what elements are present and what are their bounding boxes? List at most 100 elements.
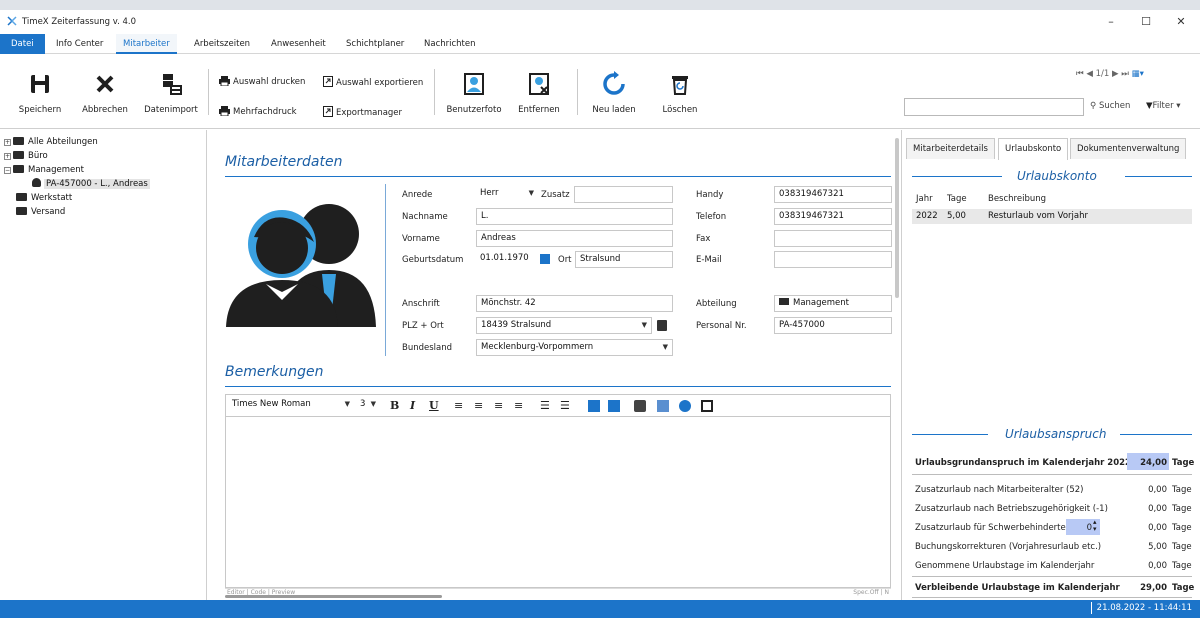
bundesland-select[interactable]: Mecklenburg-Vorpommern ▼ — [476, 339, 673, 356]
next-page-icon[interactable]: ▶ — [1112, 69, 1119, 79]
last-page-icon[interactable]: ⏭ — [1121, 69, 1129, 79]
divider — [912, 176, 1002, 177]
menu-nachrichten[interactable]: Nachrichten — [417, 34, 483, 54]
align-justify-icon[interactable]: ≡ — [514, 399, 523, 412]
tree-label: Werkstatt — [31, 193, 73, 203]
label-vorname: Vorname — [402, 234, 440, 244]
indent-icon[interactable] — [588, 400, 600, 412]
italic-button[interactable]: I — [410, 399, 415, 412]
save-button[interactable]: Speichern — [14, 71, 66, 115]
align-right-icon[interactable]: ≡ — [494, 399, 503, 412]
insert-image-icon[interactable] — [657, 400, 669, 412]
tree-node-werkstatt[interactable]: Werkstatt — [16, 192, 72, 205]
item-label: Zusatzurlaub für Schwerbehinderte — [915, 523, 1066, 533]
menu-schichtplaner[interactable]: Schichtplaner — [339, 34, 411, 54]
label-anschrift: Anschrift — [402, 299, 440, 309]
expand-icon[interactable]: + — [4, 153, 11, 160]
user-photo-button[interactable]: Benutzerfoto — [444, 71, 504, 115]
ort-field[interactable]: Stralsund — [575, 251, 673, 268]
tab-dokumentenverwaltung[interactable]: Dokumentenverwaltung — [1070, 138, 1187, 159]
align-center-icon[interactable]: ≡ — [474, 399, 483, 412]
collapse-icon[interactable]: − — [4, 167, 11, 174]
bold-button[interactable]: B — [390, 399, 399, 412]
remove-photo-button[interactable]: Entfernen — [513, 71, 565, 115]
font-select[interactable]: Times New Roman ▼ — [228, 397, 354, 413]
close-button[interactable]: ✕ — [1166, 14, 1196, 30]
tree-node-versand[interactable]: Versand — [16, 206, 65, 219]
section-title-employee: Mitarbeiterdaten — [225, 154, 343, 170]
layout-menu-icon[interactable]: ▦▾ — [1132, 69, 1144, 79]
minimize-button[interactable]: – — [1096, 14, 1126, 30]
expand-icon[interactable]: + — [4, 139, 11, 146]
maximize-button[interactable]: ☐ — [1131, 14, 1161, 30]
vorname-field[interactable]: Andreas — [476, 230, 673, 247]
window-title: TimeX Zeiterfassung v. 4.0 — [22, 17, 137, 27]
personal-nr-field[interactable]: PA-457000 — [774, 317, 892, 334]
section-title-remarks: Bemerkungen — [225, 364, 324, 380]
telefon-field[interactable]: 038319467321 — [774, 208, 892, 225]
menu-datei[interactable]: Datei — [0, 34, 45, 54]
zusatz-field[interactable] — [574, 186, 673, 203]
spinner-arrows-icon[interactable]: ▴ ▾ — [1093, 519, 1097, 533]
delete-label: Löschen — [662, 105, 698, 115]
insert-link-icon[interactable] — [679, 400, 691, 412]
vertical-scrollbar[interactable] — [895, 138, 899, 298]
unit-label: Tage — [1172, 523, 1192, 533]
handy-field[interactable]: 038319467321 — [774, 186, 892, 203]
menu-info-center[interactable]: Info Center — [49, 34, 110, 54]
underline-button[interactable]: U — [429, 399, 439, 412]
printer-icon — [219, 76, 230, 87]
menu-arbeitszeiten[interactable]: Arbeitszeiten — [187, 34, 257, 54]
plz-ort-select[interactable]: 18439 Stralsund ▼ — [476, 317, 652, 334]
tab-urlaubskonto[interactable]: Urlaubskonto — [998, 138, 1069, 160]
email-field[interactable] — [774, 251, 892, 268]
tree-node-management[interactable]: − Management — [4, 164, 84, 177]
cancel-button[interactable]: Abbrechen — [79, 71, 131, 115]
tree-node-buero[interactable]: + Büro — [4, 150, 48, 163]
horizontal-scrollbar[interactable] — [225, 595, 442, 598]
geburtsdatum-field[interactable]: 01.01.1970 — [476, 251, 552, 268]
first-page-icon[interactable]: ⏮ — [1076, 69, 1084, 79]
abteilung-field[interactable]: Management — [774, 295, 892, 312]
table-row[interactable]: 2022 5,00 Resturlaub vom Vorjahr — [912, 209, 1192, 224]
outdent-icon[interactable] — [608, 400, 620, 412]
close-icon — [96, 75, 114, 93]
reload-icon — [603, 71, 625, 95]
prev-page-icon[interactable]: ◀ — [1086, 69, 1093, 79]
multi-print-button[interactable]: Mehrfachdruck — [219, 106, 297, 117]
divider — [912, 597, 1192, 598]
chevron-down-icon: ▼ — [641, 321, 647, 329]
bullet-list-icon[interactable]: ☰ — [560, 399, 570, 412]
filter-button[interactable]: ▼Filter ▾ — [1146, 101, 1181, 111]
anschrift-field[interactable]: Mönchstr. 42 — [476, 295, 673, 312]
label-nachname: Nachname — [402, 212, 448, 222]
fill-color-icon[interactable] — [634, 400, 646, 412]
anrede-select[interactable]: Herr ▼ — [476, 186, 538, 203]
font-size-select[interactable]: 3 ▼ — [356, 397, 380, 413]
export-manager-button[interactable]: Exportmanager — [323, 106, 402, 118]
tree-node-all[interactable]: + Alle Abteilungen — [4, 136, 98, 149]
delete-button[interactable]: Löschen — [656, 71, 704, 115]
calendar-icon[interactable] — [540, 254, 550, 264]
insert-table-icon[interactable] — [701, 400, 713, 412]
export-selection-button[interactable]: Auswahl exportieren — [323, 76, 423, 88]
numbered-list-icon[interactable]: ☰ — [540, 399, 550, 412]
menu-anwesenheit[interactable]: Anwesenheit — [264, 34, 333, 54]
import-button[interactable]: Datenimport — [140, 71, 202, 115]
app-logo-icon — [7, 16, 17, 26]
tree-node-employee[interactable]: PA-457000 - L., Andreas — [32, 178, 150, 191]
export-icon — [323, 76, 333, 87]
tab-mitarbeiterdetails[interactable]: Mitarbeiterdetails — [906, 138, 995, 159]
user-icon — [32, 178, 41, 187]
nachname-field[interactable]: L. — [476, 208, 673, 225]
plz-lookup-icon[interactable] — [657, 320, 667, 331]
search-button[interactable]: ⚲ Suchen — [1090, 101, 1130, 111]
fax-field[interactable] — [774, 230, 892, 247]
menu-mitarbeiter[interactable]: Mitarbeiter — [116, 34, 177, 54]
align-left-icon[interactable]: ≡ — [454, 399, 463, 412]
reload-button[interactable]: Neu laden — [588, 71, 640, 115]
print-selection-button[interactable]: Auswahl drucken — [219, 76, 305, 87]
search-input[interactable] — [904, 98, 1084, 116]
remarks-editor[interactable] — [225, 416, 891, 588]
divider — [385, 184, 386, 356]
